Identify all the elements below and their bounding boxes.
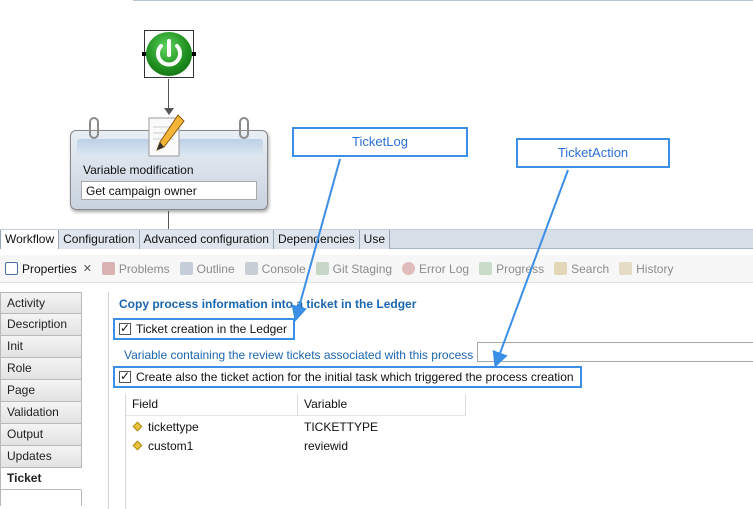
variable-cell: reviewid xyxy=(304,438,349,453)
table-header: Field Variable xyxy=(126,394,466,416)
side-tab-description[interactable]: Description xyxy=(0,314,82,336)
error-log-icon xyxy=(402,262,416,275)
side-tab-init[interactable]: Init xyxy=(0,336,82,358)
tab-label: Outline xyxy=(196,261,235,276)
side-tab-page[interactable]: Page xyxy=(0,380,82,402)
tab-use[interactable]: Use xyxy=(359,230,391,249)
resize-handle[interactable] xyxy=(142,52,146,56)
tab-label: Progress xyxy=(496,261,545,276)
tab-problems[interactable]: Problems xyxy=(97,258,175,280)
properties-side-tabs: Activity Description Init Role Page Vali… xyxy=(0,292,82,509)
binder-ring-icon xyxy=(239,117,249,139)
checkbox-checked-icon[interactable] xyxy=(119,369,131,383)
problems-icon xyxy=(101,262,115,275)
variable-cell: TICKETTYPE xyxy=(304,419,379,434)
resize-handle[interactable] xyxy=(192,52,196,56)
node-subtitle: Get campaign owner xyxy=(81,181,257,200)
ticket-action-checkbox[interactable]: Create also the ticket action for the in… xyxy=(113,366,582,388)
history-icon xyxy=(619,262,633,275)
editor-tab-bar: Workflow Configuration Advanced configur… xyxy=(0,229,753,249)
tab-search[interactable]: Search xyxy=(549,258,614,280)
outline-icon xyxy=(179,262,193,275)
tab-workflow[interactable]: Workflow xyxy=(0,230,60,249)
ticket-creation-checkbox[interactable]: Ticket creation in the Ledger xyxy=(113,318,295,340)
workflow-editor-window: Variable modification Get campaign owner… xyxy=(0,0,753,509)
tab-label: Console xyxy=(261,261,306,276)
tab-advanced-configuration[interactable]: Advanced configuration xyxy=(139,230,274,249)
search-icon xyxy=(554,262,568,275)
tab-label: Git Staging xyxy=(332,261,393,276)
tab-label: Properties xyxy=(22,261,77,276)
view-tab-bar: Properties ✕ Problems Outline Console Gi… xyxy=(0,255,753,283)
field-cell: custom1 xyxy=(126,439,298,453)
properties-icon xyxy=(5,262,18,275)
tab-console[interactable]: Console xyxy=(240,258,311,280)
side-tab-role[interactable]: Role xyxy=(0,358,82,380)
side-tab-output[interactable]: Output xyxy=(0,424,82,446)
tab-configuration[interactable]: Configuration xyxy=(59,230,140,249)
field-name: custom1 xyxy=(148,438,194,453)
ticketlog-callout: TicketLog xyxy=(292,127,468,157)
tab-label: History xyxy=(636,261,674,276)
start-node[interactable] xyxy=(142,30,196,78)
attribute-diamond-icon xyxy=(132,440,143,451)
canvas-border xyxy=(133,0,753,2)
node-title: Variable modification xyxy=(83,163,194,177)
field-mapping-table: Field Variable tickettype TICKETTYPE cus… xyxy=(125,394,753,509)
console-icon xyxy=(244,262,258,275)
side-tab-validation[interactable]: Validation xyxy=(0,402,82,424)
tab-properties[interactable]: Properties ✕ xyxy=(0,258,97,280)
checkbox-checked-icon[interactable] xyxy=(119,321,131,335)
side-tab-activity[interactable]: Activity xyxy=(0,292,82,314)
tab-history[interactable]: History xyxy=(614,258,678,280)
review-tickets-variable-input[interactable] xyxy=(477,342,753,362)
review-tickets-variable-label: Variable containing the review tickets a… xyxy=(124,348,474,362)
column-header-variable[interactable]: Variable xyxy=(298,394,466,416)
close-icon[interactable]: ✕ xyxy=(83,262,92,275)
table-row[interactable]: tickettype TICKETTYPE xyxy=(126,417,466,436)
workflow-canvas[interactable]: Variable modification Get campaign owner… xyxy=(0,0,753,229)
transition-line[interactable] xyxy=(168,211,169,229)
tab-outline[interactable]: Outline xyxy=(175,258,240,280)
side-tab-ticket[interactable]: Ticket xyxy=(0,468,82,490)
tab-label: Problems xyxy=(118,261,170,276)
section-title: Copy process information into a ticket i… xyxy=(119,297,417,311)
binder-ring-icon xyxy=(89,117,99,139)
git-staging-icon xyxy=(315,262,329,275)
tab-git-staging[interactable]: Git Staging xyxy=(311,258,397,280)
tab-dependencies[interactable]: Dependencies xyxy=(273,230,360,249)
edit-pencil-icon xyxy=(148,114,185,157)
side-tab-updates[interactable]: Updates xyxy=(0,446,82,468)
ticket-action-label: Create also the ticket action for the in… xyxy=(136,370,574,384)
ticketaction-callout: TicketAction xyxy=(516,138,670,168)
side-tabs-filler xyxy=(0,490,82,506)
column-header-field[interactable]: Field xyxy=(126,394,298,416)
power-icon xyxy=(146,32,192,76)
tab-error-log[interactable]: Error Log xyxy=(397,258,474,280)
progress-icon xyxy=(479,262,493,275)
tab-progress[interactable]: Progress xyxy=(474,258,549,280)
attribute-diamond-icon xyxy=(132,421,143,432)
ticket-properties-panel: Copy process information into a ticket i… xyxy=(108,292,753,509)
table-row[interactable]: custom1 reviewid xyxy=(126,436,466,455)
field-cell: tickettype xyxy=(126,420,298,434)
tab-label: Error Log xyxy=(419,261,470,276)
ticket-creation-label: Ticket creation in the Ledger xyxy=(136,322,287,336)
field-name: tickettype xyxy=(148,419,199,434)
tab-label: Search xyxy=(571,261,610,276)
